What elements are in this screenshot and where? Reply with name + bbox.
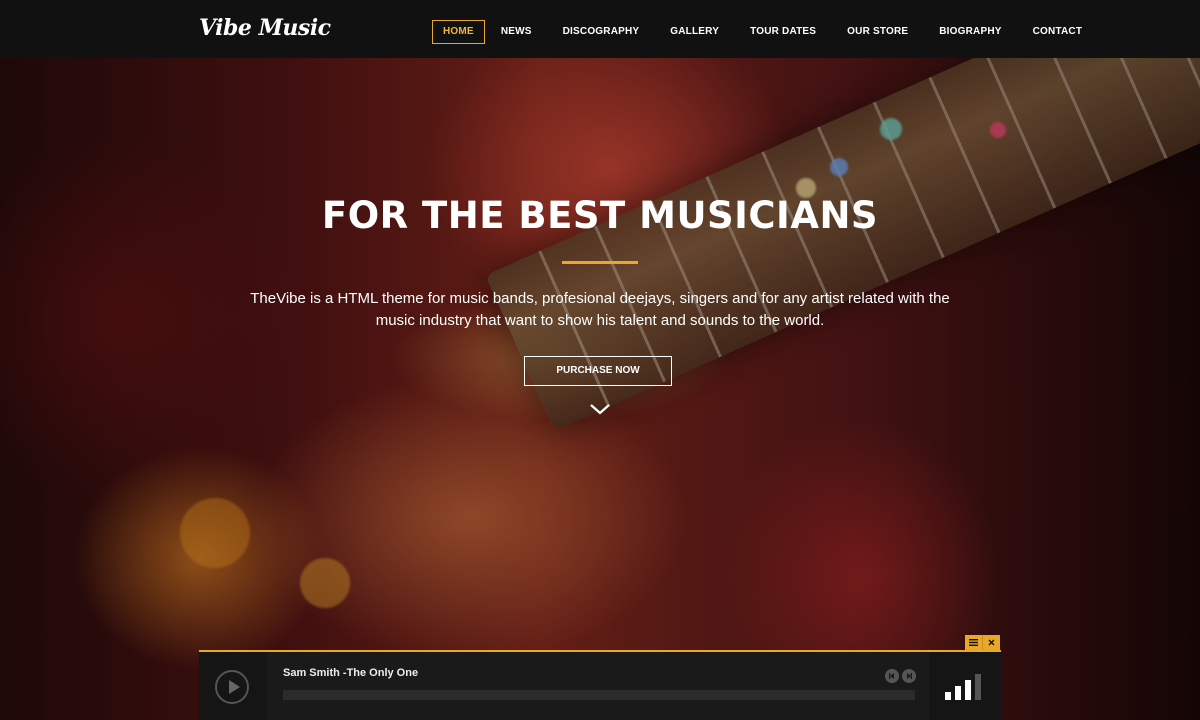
next-icon[interactable] (902, 669, 916, 683)
play-zone (199, 652, 267, 720)
nav-item-contact[interactable]: CONTACT (1018, 20, 1098, 44)
playlist-icon[interactable] (965, 635, 982, 650)
nav-item-biography[interactable]: BIOGRAPHY (924, 20, 1016, 44)
nav-item-news[interactable]: NEWS (486, 20, 547, 44)
hero-divider (562, 261, 638, 264)
volume-bar[interactable] (965, 680, 971, 700)
chevron-down-icon[interactable] (588, 398, 612, 422)
site-logo[interactable]: Vibe Music (199, 15, 331, 41)
close-icon[interactable] (982, 635, 999, 650)
music-player: Sam Smith -The Only One (199, 650, 1001, 720)
hero-description: TheVibe is a HTML theme for music bands,… (250, 290, 950, 329)
hero-title: FOR THE BEST MUSICIANS (321, 194, 879, 237)
main-nav: HOME NEWS DISCOGRAPHY GALLERY TOUR DATES… (432, 20, 1098, 44)
nav-item-our-store[interactable]: OUR STORE (832, 20, 923, 44)
nav-item-discography[interactable]: DISCOGRAPHY (548, 20, 655, 44)
track-progress-bar[interactable] (283, 690, 915, 700)
previous-icon[interactable] (885, 669, 899, 683)
purchase-now-button[interactable]: PURCHASE NOW (524, 356, 672, 386)
play-icon[interactable] (215, 670, 249, 704)
hero-section: FOR THE BEST MUSICIANS TheVibe is a HTML… (0, 58, 1200, 720)
top-navigation-bar: Vibe Music HOME NEWS DISCOGRAPHY GALLERY… (0, 0, 1200, 58)
nav-item-gallery[interactable]: GALLERY (655, 20, 734, 44)
hero-overlay (0, 58, 1200, 720)
nav-item-tour-dates[interactable]: TOUR DATES (735, 20, 831, 44)
nav-item-home[interactable]: HOME (432, 20, 485, 44)
volume-bar[interactable] (955, 686, 961, 700)
volume-bar[interactable] (945, 692, 951, 700)
player-tab-controls (965, 635, 1000, 650)
track-title: Sam Smith -The Only One (283, 667, 419, 679)
volume-bars-icon (929, 652, 1001, 720)
volume-bar[interactable] (975, 674, 981, 700)
